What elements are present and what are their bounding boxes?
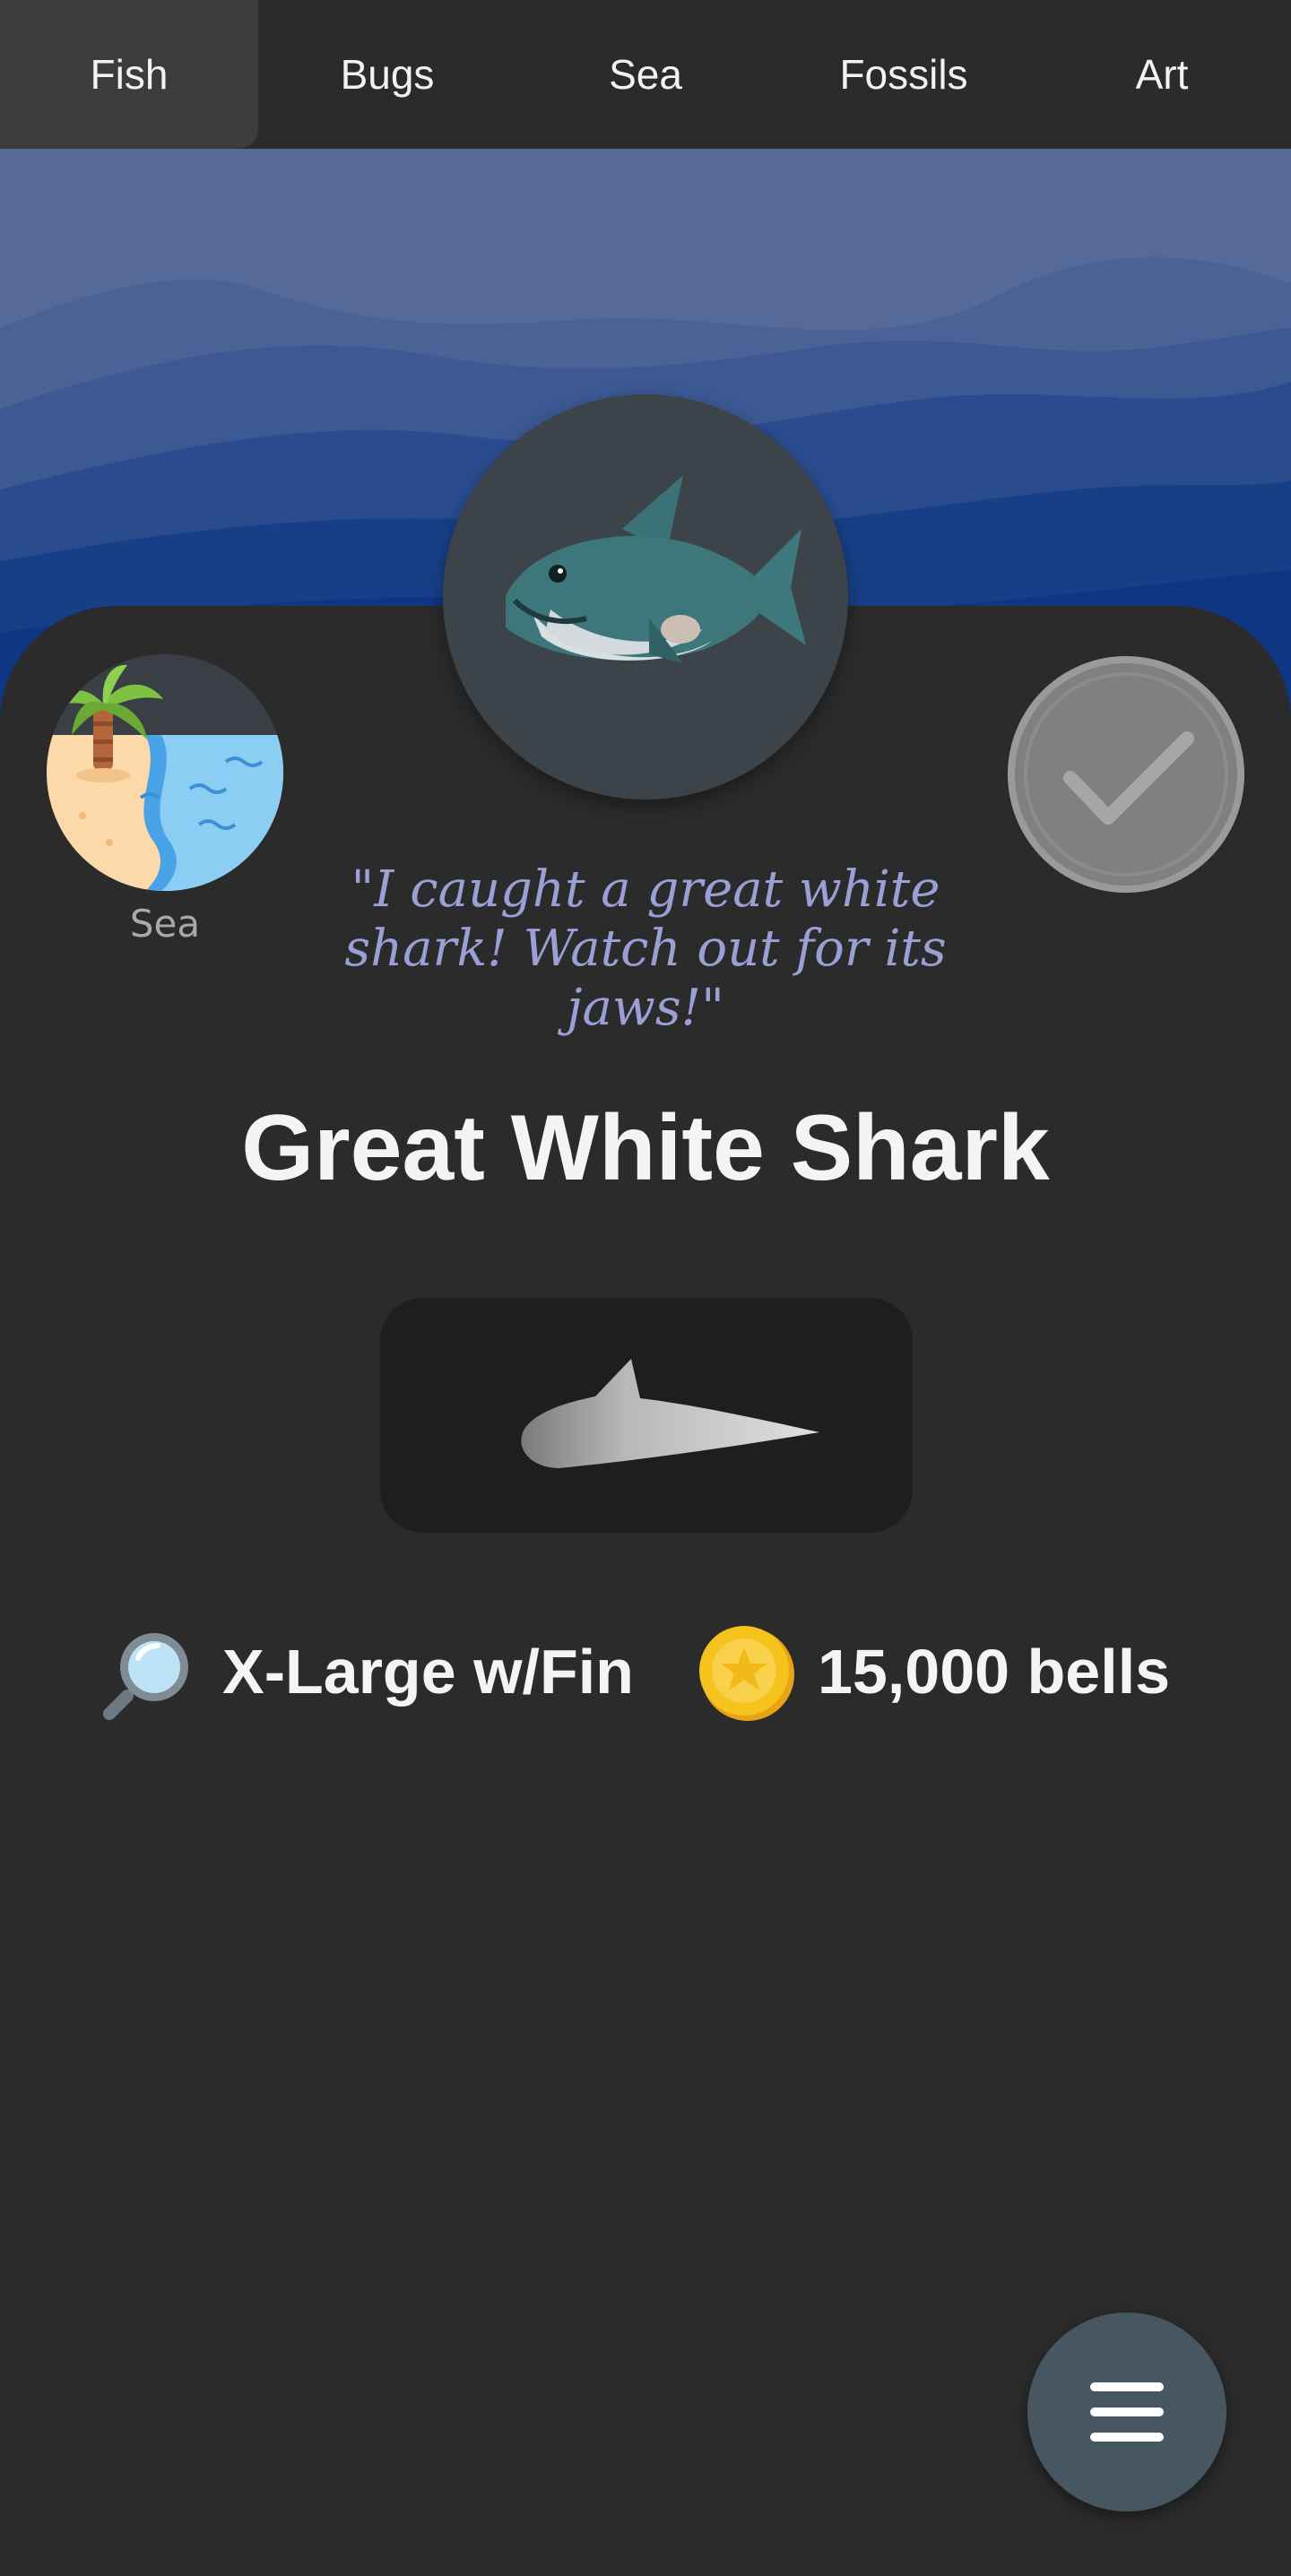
category-tabs: Fish Bugs Sea Fossils Art — [0, 0, 1291, 149]
critter-image — [443, 394, 848, 800]
magnifying-glass-icon — [100, 1624, 199, 1727]
tab-bugs[interactable]: Bugs — [258, 0, 516, 149]
location-image — [47, 654, 283, 891]
fin-shadow-icon — [521, 1359, 819, 1468]
shark-icon — [506, 475, 806, 663]
tab-fish[interactable]: Fish — [0, 0, 258, 149]
price-value: 15,000 bells — [818, 1637, 1171, 1707]
menu-button[interactable] — [1027, 2312, 1226, 2511]
shadow-size-value: X-Large w/Fin — [222, 1637, 634, 1707]
critter-detail-page: Fish Bugs Sea Fossils Art Sea "I caught … — [0, 0, 1291, 2576]
caught-toggle-button[interactable] — [1008, 656, 1244, 893]
checkmark-icon — [1063, 731, 1194, 825]
critter-quote: "I caught a great white shark! Watch out… — [344, 860, 947, 1037]
hamburger-menu-icon — [1090, 2382, 1164, 2442]
tab-art[interactable]: Art — [1033, 0, 1291, 149]
location: Sea — [47, 654, 283, 946]
beach-icon — [47, 654, 283, 891]
shadow-silhouette — [380, 1298, 913, 1533]
location-label: Sea — [129, 902, 201, 946]
tab-sea[interactable]: Sea — [516, 0, 775, 149]
coin-icon — [697, 1624, 796, 1727]
critter-name: Great White Shark — [241, 1096, 1050, 1200]
stats-row: X-Large w/Fin 15,000 bells — [0, 1613, 1291, 1730]
tab-fossils[interactable]: Fossils — [775, 0, 1033, 149]
